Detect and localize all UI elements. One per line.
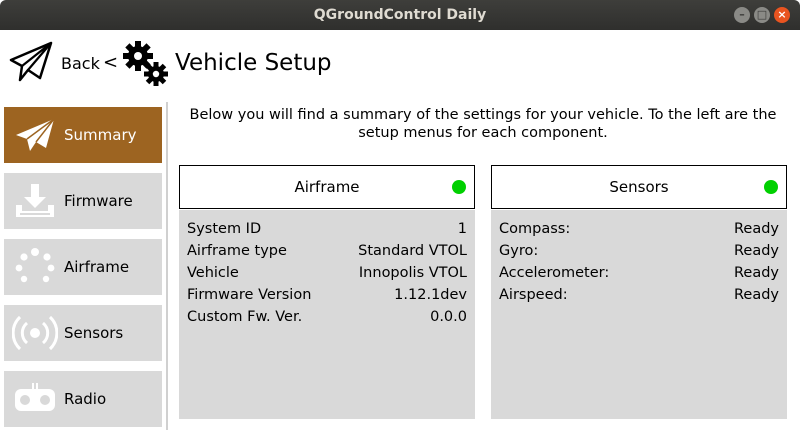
summary-intro-text: Below you will find a summary of the set… (189, 107, 777, 141)
sidebar-item-firmware[interactable]: Firmware (4, 173, 162, 229)
airframe-panel-header[interactable]: Airframe (179, 165, 475, 209)
row-label: System ID (187, 221, 262, 237)
back-button[interactable]: Back (61, 54, 100, 73)
sensors-panel-body: Compass: Ready Gyro: Ready Accelerometer… (491, 210, 787, 419)
row-label: Airspeed: (499, 287, 568, 303)
airframe-icon (15, 248, 55, 283)
minimize-icon[interactable]: – (734, 7, 750, 23)
table-row: Firmware Version 1.12.1dev (187, 284, 467, 306)
row-value: Innopolis VTOL (358, 265, 467, 281)
table-row: Airspeed: Ready (499, 284, 779, 306)
row-value: Ready (733, 287, 779, 303)
window-titlebar: QGroundControl Daily – □ × (0, 0, 800, 30)
row-label: Vehicle (187, 265, 239, 281)
table-row: Vehicle Innopolis VTOL (187, 262, 467, 284)
sidebar-item-label: Sensors (64, 324, 124, 342)
sidebar-item-airframe[interactable]: Airframe (4, 239, 162, 295)
sidebar-item-sensors[interactable]: Sensors (4, 305, 162, 361)
table-row: Airframe type Standard VTOL (187, 240, 467, 262)
sidebar-item-radio[interactable]: Radio (4, 371, 162, 427)
row-value: Ready (733, 221, 779, 237)
close-icon[interactable]: × (774, 7, 790, 23)
airframe-summary-panel: Airframe System ID 1 Airframe type Stand… (179, 165, 475, 419)
row-value: 0.0.0 (430, 309, 467, 325)
sensors-summary-panel: Sensors Compass: Ready Gyro: Ready Accel… (491, 165, 787, 419)
gears-icon (123, 41, 168, 86)
sidebar-item-label: Airframe (64, 258, 130, 276)
table-row: Custom Fw. Ver. 0.0.0 (187, 306, 467, 328)
status-indicator (452, 180, 466, 194)
sidebar-item-label: Firmware (64, 192, 133, 210)
sidebar-item-label: Summary (64, 126, 137, 144)
table-row: Gyro: Ready (499, 240, 779, 262)
download-icon (16, 184, 54, 217)
paper-plane-icon (16, 118, 55, 151)
panel-title: Airframe (294, 178, 360, 196)
status-indicator (764, 180, 778, 194)
row-value: Ready (733, 243, 779, 259)
sidebar-item-summary[interactable]: Summary (4, 107, 162, 163)
sensors-panel-header[interactable]: Sensors (491, 165, 787, 209)
row-label: Custom Fw. Ver. (187, 309, 303, 325)
paper-plane-logo-icon[interactable] (8, 40, 54, 86)
sidebar-item-label: Radio (64, 390, 107, 408)
row-label: Firmware Version (187, 287, 312, 303)
table-row: Accelerometer: Ready (499, 262, 779, 284)
airframe-panel-body: System ID 1 Airframe type Standard VTOL … (179, 210, 475, 419)
row-label: Airframe type (187, 243, 287, 259)
row-label: Compass: (499, 221, 571, 237)
breadcrumb-separator: < (103, 52, 119, 73)
sidebar-divider (166, 102, 168, 430)
row-label: Gyro: (499, 243, 539, 259)
page-title: Vehicle Setup (175, 50, 332, 76)
row-value: 1.12.1dev (394, 287, 467, 303)
controller-icon (15, 383, 55, 411)
radio-waves-icon (12, 315, 58, 351)
table-row: System ID 1 (187, 218, 467, 240)
row-label: Accelerometer: (499, 265, 610, 281)
maximize-icon[interactable]: □ (754, 7, 770, 23)
toolbar-header: Back < Vehicle Setup (0, 30, 800, 102)
setup-sidebar: Summary Firmware Airframe Sensors Radio (0, 102, 168, 430)
window-controls: – □ × (734, 7, 790, 23)
table-row: Compass: Ready (499, 218, 779, 240)
panel-title: Sensors (609, 178, 669, 196)
row-value: Standard VTOL (358, 243, 467, 259)
window-title: QGroundControl Daily (313, 7, 487, 23)
row-value: 1 (457, 221, 467, 237)
row-value: Ready (733, 265, 779, 281)
